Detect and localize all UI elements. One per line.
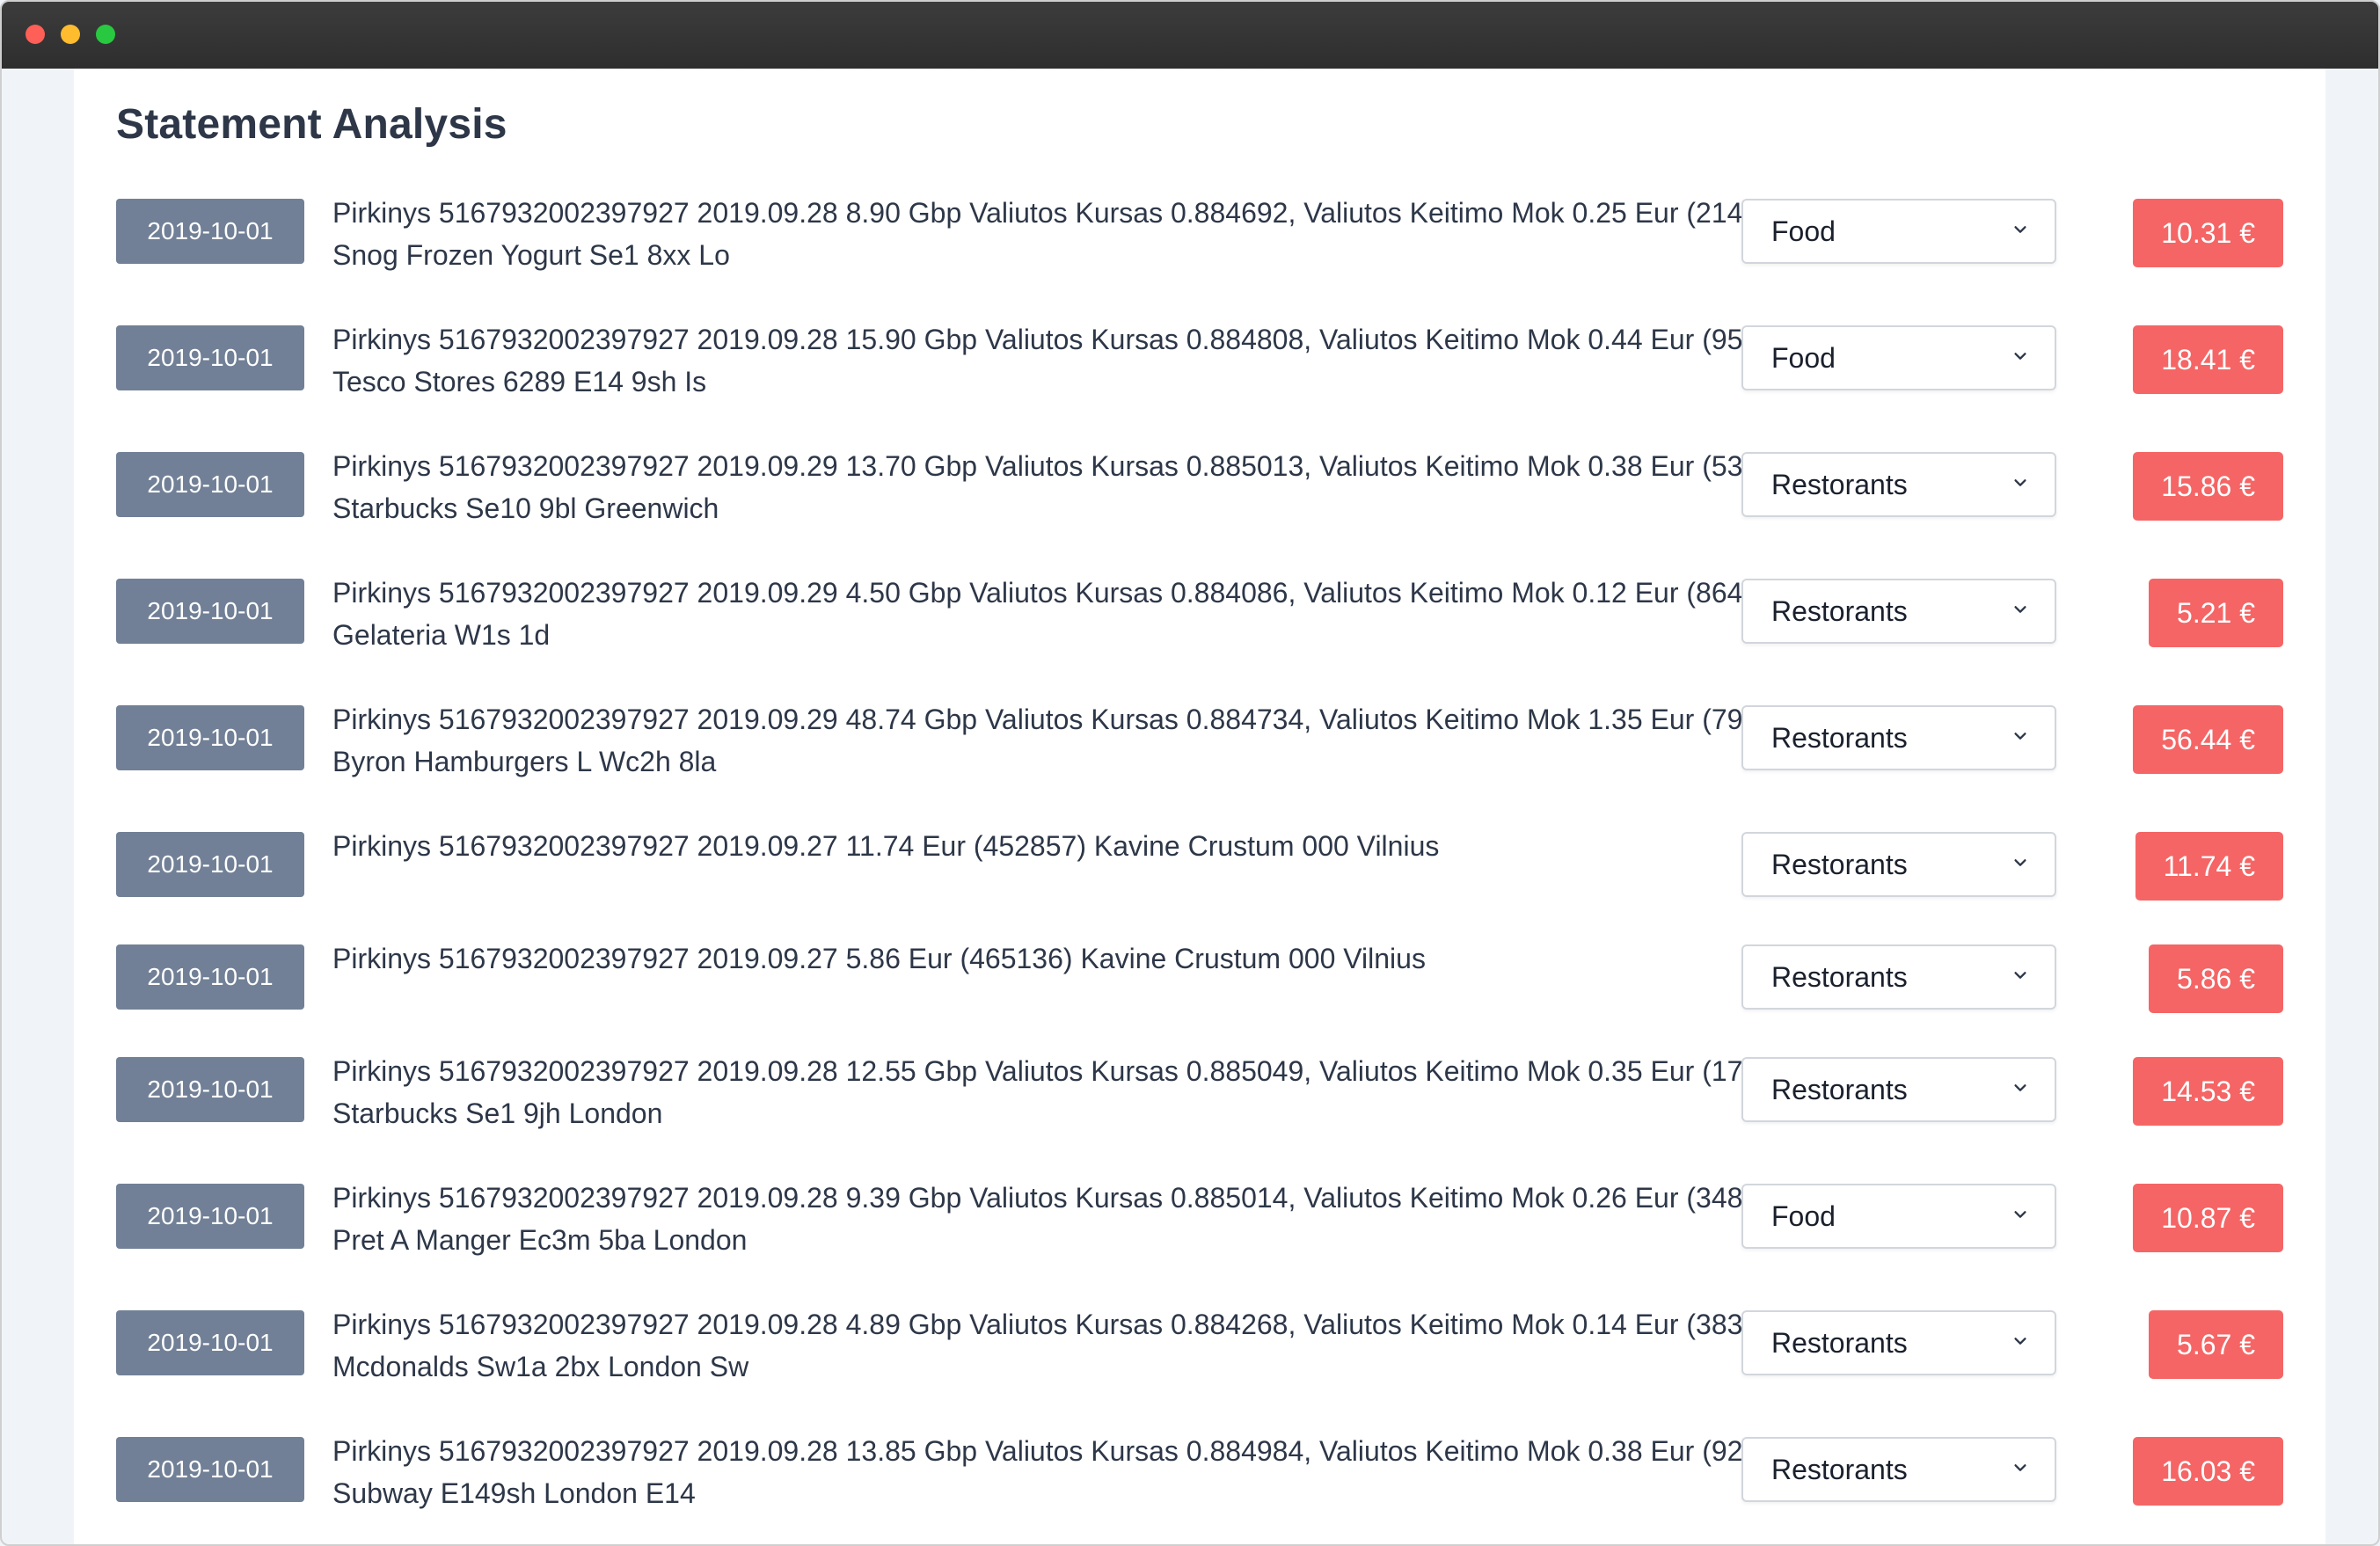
chevron-down-icon [2014,1464,2026,1471]
transaction-description: Pirkinys 5167932002397927 2019.09.29 48.… [332,704,1815,777]
category-select[interactable]: Food [1741,325,2056,390]
date-badge: 2019-10-01 [116,1057,304,1122]
category-select-value: Food [1771,342,1836,374]
amount-badge: 5.86 € [2149,944,2283,1013]
amount-badge: 11.74 € [2135,832,2283,901]
close-window-button[interactable] [26,25,45,44]
date-badge: 2019-10-01 [116,1310,304,1375]
amount-badge: 14.53 € [2133,1057,2283,1126]
chevron-down-icon [2014,733,2026,740]
amount-badge: 56.44 € [2133,705,2283,774]
transaction-description: Pirkinys 5167932002397927 2019.09.28 12.… [332,1055,1815,1129]
date-badge: 2019-10-01 [116,705,304,770]
window-titlebar [2,2,2378,69]
category-select[interactable]: Restorants [1741,452,2056,517]
transaction-description: Pirkinys 5167932002397927 2019.09.28 4.8… [332,1309,1800,1382]
category-select[interactable]: Restorants [1741,579,2056,644]
page-title: Statement Analysis [116,101,507,148]
main-content: Statement Analysis 2019-10-01 Pirkinys 5… [74,69,2325,1544]
date-badge: 2019-10-01 [116,452,304,517]
amount-badge: 18.41 € [2133,325,2283,394]
transaction-description: Pirkinys 5167932002397927 2019.09.27 5.8… [332,943,1426,974]
chevron-down-icon [2014,1338,2026,1345]
date-badge: 2019-10-01 [116,944,304,1010]
transaction-description: Pirkinys 5167932002397927 2019.09.27 11.… [332,830,1440,862]
category-select[interactable]: Restorants [1741,1310,2056,1375]
category-select[interactable]: Restorants [1741,944,2056,1010]
chevron-down-icon [2014,479,2026,486]
chevron-down-icon [2014,972,2026,979]
category-select-value: Restorants [1771,1074,1908,1105]
category-select-value: Food [1771,215,1836,247]
date-badge: 2019-10-01 [116,1437,304,1502]
category-select-value: Restorants [1771,961,1908,993]
amount-badge: 10.31 € [2133,199,2283,267]
transaction-description: Pirkinys 5167932002397927 2019.09.28 15.… [332,324,1813,397]
amount-badge: 16.03 € [2133,1437,2283,1506]
maximize-window-button[interactable] [96,25,115,44]
date-badge: 2019-10-01 [116,199,304,264]
transaction-description: Pirkinys 5167932002397927 2019.09.28 9.3… [332,1182,1800,1256]
minimize-window-button[interactable] [61,25,80,44]
amount-badge: 10.87 € [2133,1184,2283,1252]
chevron-down-icon [2014,353,2026,360]
chevron-down-icon [2014,226,2026,233]
category-select[interactable]: Restorants [1741,705,2056,770]
amount-badge: 5.67 € [2149,1310,2283,1379]
category-select[interactable]: Restorants [1741,1057,2056,1122]
transaction-description: Pirkinys 5167932002397927 2019.09.29 4.5… [332,577,1800,651]
app-window: Statement Analysis 2019-10-01 Pirkinys 5… [0,0,2380,1546]
date-badge: 2019-10-01 [116,325,304,390]
category-select[interactable]: Restorants [1741,1437,2056,1502]
category-select-value: Restorants [1771,469,1908,500]
category-select-value: Food [1771,1200,1836,1232]
date-badge: 2019-10-01 [116,832,304,897]
category-select-value: Restorants [1771,849,1908,880]
chevron-down-icon [2014,606,2026,613]
transaction-description: Pirkinys 5167932002397927 2019.09.28 13.… [332,1435,1815,1509]
amount-badge: 15.86 € [2133,452,2283,521]
date-badge: 2019-10-01 [116,1184,304,1249]
category-select-value: Restorants [1771,595,1908,627]
category-select-value: Restorants [1771,1454,1908,1485]
amount-badge: 5.21 € [2149,579,2283,647]
category-select-value: Restorants [1771,1327,1908,1359]
chevron-down-icon [2014,859,2026,866]
date-badge: 2019-10-01 [116,579,304,644]
category-select[interactable]: Restorants [1741,832,2056,897]
transaction-description: Pirkinys 5167932002397927 2019.09.28 8.9… [332,197,1800,271]
chevron-down-icon [2014,1084,2026,1091]
category-select[interactable]: Food [1741,1184,2056,1249]
category-select[interactable]: Food [1741,199,2056,264]
transaction-description: Pirkinys 5167932002397927 2019.09.29 13.… [332,450,1815,524]
category-select-value: Restorants [1771,722,1908,754]
chevron-down-icon [2014,1211,2026,1218]
